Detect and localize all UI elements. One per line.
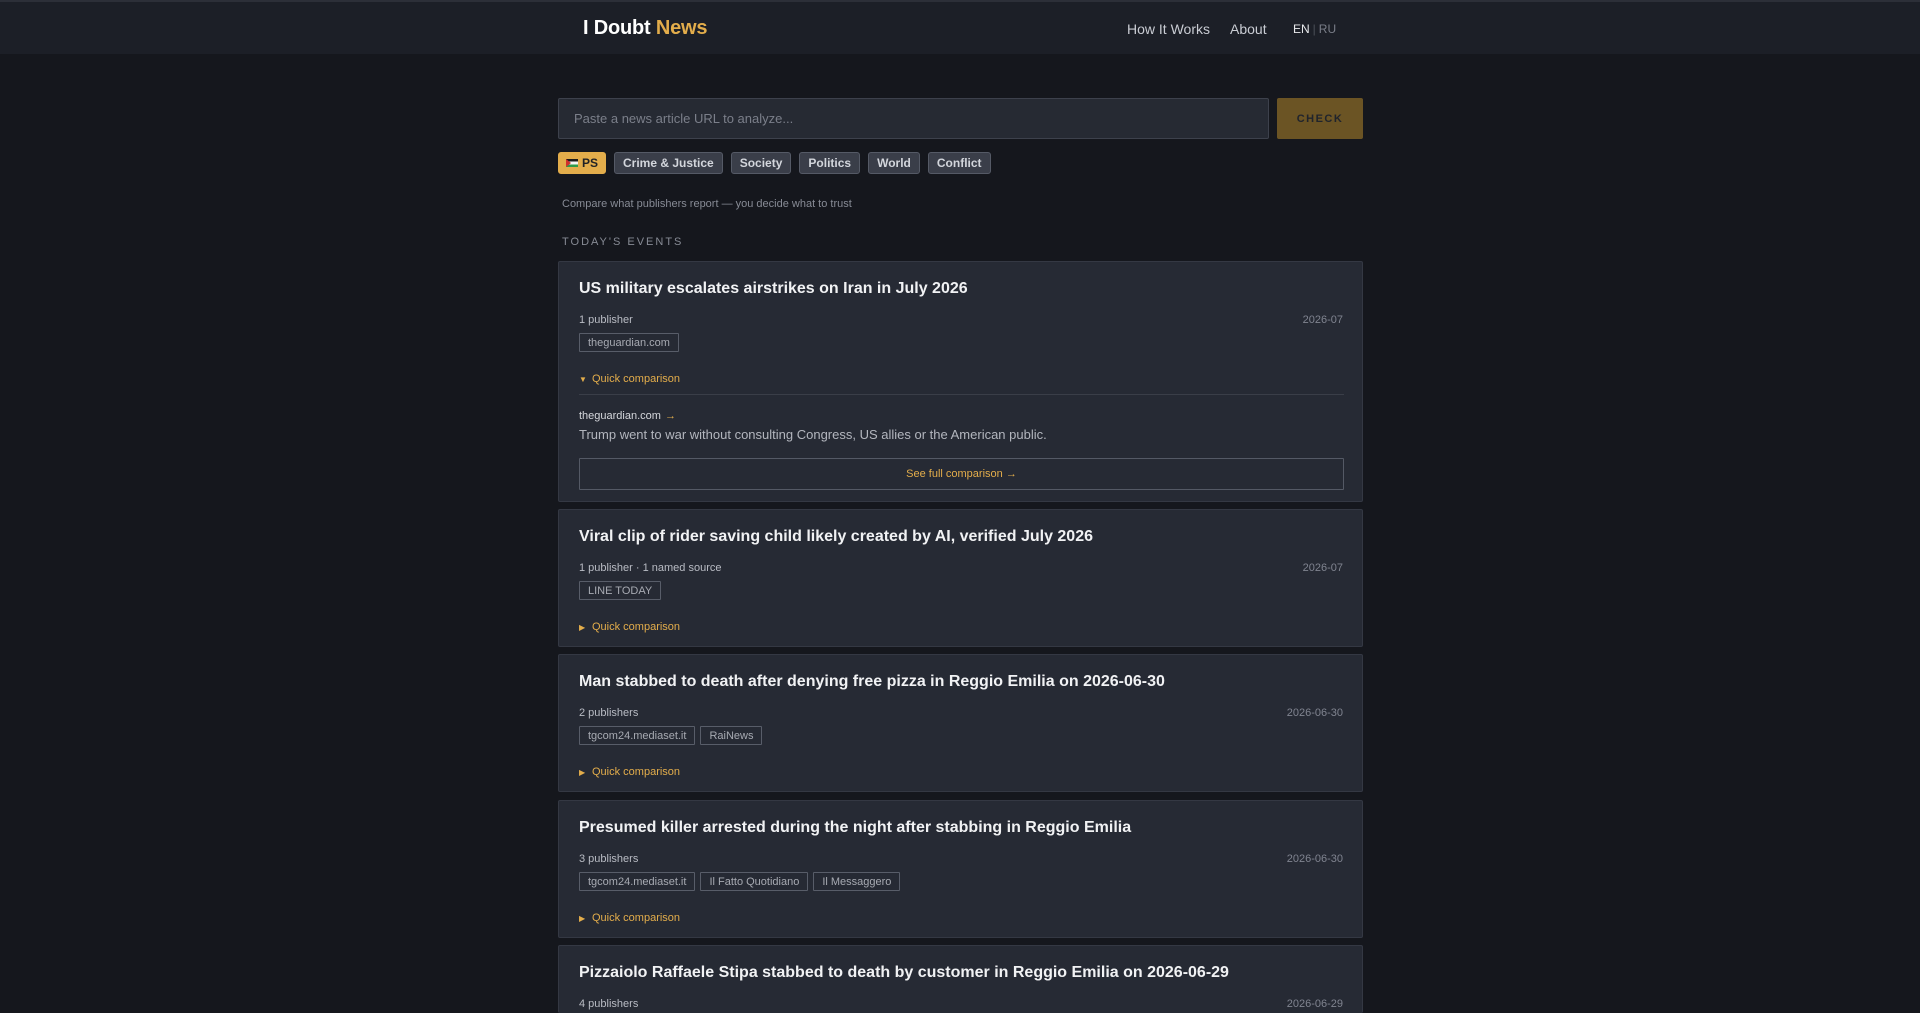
chevron-right-icon: ▶ xyxy=(579,768,586,777)
event-title[interactable]: Viral clip of rider saving child likely … xyxy=(579,528,1093,546)
category-filters: PS Crime & Justice Society Politics Worl… xyxy=(558,152,991,174)
chevron-down-icon: ▼ xyxy=(579,375,587,384)
event-card: Presumed killer arrested during the nigh… xyxy=(558,800,1363,938)
comparison-source-link[interactable]: theguardian.com → xyxy=(579,410,676,422)
lang-separator: | xyxy=(1312,22,1316,36)
event-card: Viral clip of rider saving child likely … xyxy=(558,509,1363,647)
event-publisher-count: 3 publishers xyxy=(579,853,639,865)
filter-chip-society[interactable]: Society xyxy=(730,152,792,174)
nav-how-it-works[interactable]: How It Works xyxy=(1127,21,1210,37)
event-card: Pizzaiolo Raffaele Stipa stabbed to deat… xyxy=(558,945,1363,1013)
quick-comparison-label: Quick comparison xyxy=(592,621,681,633)
publisher-tags: tgcom24.mediaset.it Il Fatto Quotidiano … xyxy=(579,872,901,891)
check-button[interactable]: CHECK xyxy=(1277,98,1363,139)
event-title[interactable]: Man stabbed to death after denying free … xyxy=(579,673,1165,691)
filter-chip-ps-label: PS xyxy=(582,156,599,170)
chevron-right-icon: ▶ xyxy=(579,623,586,632)
publisher-tag: theguardian.com xyxy=(579,333,679,352)
event-date: 2026-07 xyxy=(1302,314,1343,326)
chevron-right-icon: ▶ xyxy=(579,914,586,923)
event-publisher-count: 1 publisher xyxy=(579,314,633,326)
language-switcher: EN | RU xyxy=(1293,22,1336,36)
event-date: 2026-06-30 xyxy=(1286,707,1343,719)
brand-main: I Doubt xyxy=(583,17,651,39)
publisher-tag: tgcom24.mediaset.it xyxy=(579,872,696,891)
event-publisher-count: 4 publishers xyxy=(579,998,639,1010)
quick-comparison-label: Quick comparison xyxy=(592,766,681,778)
publisher-tags: LINE TODAY xyxy=(579,581,662,600)
publisher-tags: tgcom24.mediaset.it RaiNews xyxy=(579,726,763,745)
palestine-flag-icon xyxy=(566,159,578,167)
filter-chip-conflict[interactable]: Conflict xyxy=(927,152,991,174)
lang-en[interactable]: EN xyxy=(1293,22,1310,36)
event-title[interactable]: Presumed killer arrested during the nigh… xyxy=(579,819,1131,837)
filter-chip-crime-justice[interactable]: Crime & Justice xyxy=(614,152,723,174)
publisher-tag: tgcom24.mediaset.it xyxy=(579,726,696,745)
see-full-comparison-button[interactable]: See full comparison → xyxy=(579,458,1344,490)
quick-comparison-label: Quick comparison xyxy=(592,373,681,385)
quick-comparison-label: Quick comparison xyxy=(592,912,681,924)
event-publisher-count: 2 publishers xyxy=(579,707,639,719)
quick-comparison-toggle[interactable]: ▶ Quick comparison xyxy=(579,766,680,778)
publisher-tag: Il Fatto Quotidiano xyxy=(700,872,809,891)
publisher-tags: theguardian.com xyxy=(579,333,679,352)
filter-chip-ps[interactable]: PS xyxy=(558,152,607,174)
event-publisher-count: 1 publisher · 1 named source xyxy=(579,562,722,574)
event-date: 2026-07 xyxy=(1302,562,1343,574)
divider xyxy=(579,394,1344,395)
nav-about[interactable]: About xyxy=(1230,21,1267,37)
event-card: US military escalates airstrikes on Iran… xyxy=(558,261,1363,502)
top-bar: I Doubt News How It Works About EN | RU xyxy=(0,0,1920,54)
tagline: Compare what publishers report — you dec… xyxy=(562,198,852,210)
event-date: 2026-06-29 xyxy=(1286,998,1343,1010)
event-card: Man stabbed to death after denying free … xyxy=(558,654,1363,792)
comparison-quote: Trump went to war without consulting Con… xyxy=(579,427,1047,442)
event-date: 2026-06-30 xyxy=(1286,853,1343,865)
event-title[interactable]: US military escalates airstrikes on Iran… xyxy=(579,280,968,298)
quick-comparison-toggle[interactable]: ▼ Quick comparison xyxy=(579,373,680,385)
publisher-tag: LINE TODAY xyxy=(579,581,662,600)
url-input[interactable] xyxy=(558,98,1269,139)
lang-ru[interactable]: RU xyxy=(1319,22,1336,36)
section-label: TODAY'S EVENTS xyxy=(562,236,684,248)
filter-chip-politics[interactable]: Politics xyxy=(799,152,861,174)
quick-comparison-toggle[interactable]: ▶ Quick comparison xyxy=(579,621,680,633)
comparison-source-name: theguardian.com xyxy=(579,410,661,422)
publisher-tag: Il Messaggero xyxy=(813,872,901,891)
quick-comparison-toggle[interactable]: ▶ Quick comparison xyxy=(579,912,680,924)
arrow-right-icon: → xyxy=(664,410,676,422)
event-title[interactable]: Pizzaiolo Raffaele Stipa stabbed to deat… xyxy=(579,964,1229,982)
publisher-tag: RaiNews xyxy=(700,726,763,745)
brand-accent: News xyxy=(655,17,708,39)
filter-chip-world[interactable]: World xyxy=(868,152,920,174)
site-logo[interactable]: I Doubt News xyxy=(583,17,707,40)
